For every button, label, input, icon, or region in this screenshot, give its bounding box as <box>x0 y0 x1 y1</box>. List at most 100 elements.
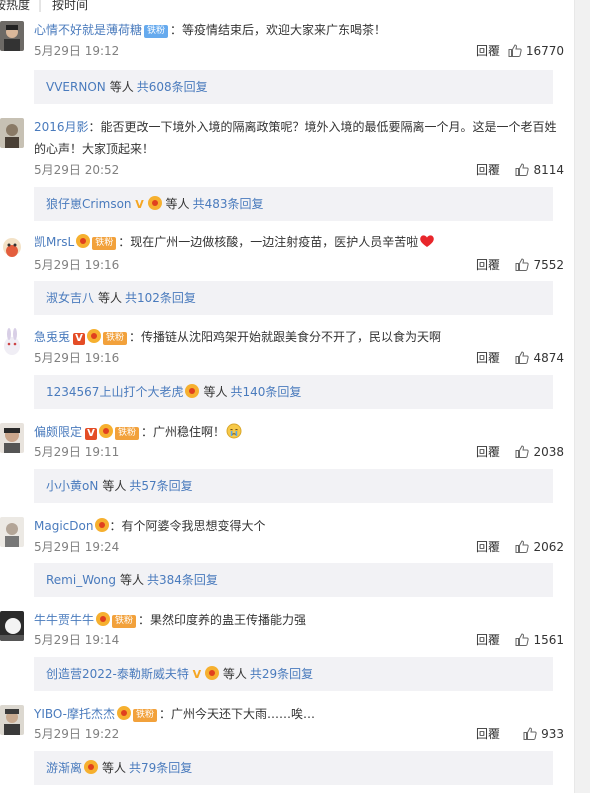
iron-fan-badge: 铁粉 <box>133 709 158 722</box>
comment-time: 5月29日 20:52 <box>34 163 120 177</box>
like-button[interactable]: 8114 <box>515 162 564 178</box>
like-button[interactable]: 7552 <box>515 257 564 273</box>
like-count: 8114 <box>533 163 564 177</box>
reply-button[interactable]: 回覆 <box>476 257 500 273</box>
reply-username[interactable]: 游渐离 <box>46 761 82 775</box>
like-count: 16770 <box>525 44 564 58</box>
comment-body: 急兎兎 V 铁粉 ：传播链从沈阳鸡架开始就跟美食分不开了，民以食为天啊 <box>34 328 564 348</box>
reply-count-link[interactable]: 共483条回复 <box>193 197 264 211</box>
reply-summary-box[interactable]: 小小黄oN 等人 共57条回复 <box>34 469 553 503</box>
reply-username[interactable]: Remi_Wong <box>46 573 116 587</box>
user-avatar[interactable] <box>0 233 24 263</box>
comment-meta: 5月29日 20:52 回覆 8114 <box>34 162 564 178</box>
reply-username[interactable]: 1234567上山打个大老虎 <box>46 385 183 399</box>
comment-body: 偏颇限定 V 铁粉 ：广州稳住啊！ <box>34 423 564 443</box>
comment-username[interactable]: 偏颇限定 <box>34 425 82 439</box>
verified-v-icon: V <box>135 198 144 211</box>
reply-summary-box[interactable]: Remi_Wong 等人 共384条回复 <box>34 563 553 597</box>
like-button[interactable]: 933 <box>523 726 564 742</box>
comment-time: 5月29日 19:12 <box>34 44 120 58</box>
comment-username[interactable]: MagicDon <box>34 519 93 533</box>
comment-body: 2016月影：能否更改一下境外入境的隔离政策呢？境外入境的最低要隔离一个月。这是… <box>34 116 562 160</box>
like-button[interactable]: 2062 <box>515 539 564 555</box>
comment-text: ：广州今天还下大雨……唉… <box>159 707 316 721</box>
fan-medal-icon <box>117 706 132 720</box>
sort-bar: 按热度 | 按时间 <box>0 0 574 14</box>
reply-summary-box[interactable]: 淑女吉八 等人 共102条回复 <box>34 281 553 315</box>
comment-meta: 5月29日 19:22 回覆 933 <box>34 726 564 742</box>
comment-time: 5月29日 19:22 <box>34 727 120 741</box>
like-count: 2038 <box>533 445 564 459</box>
like-count: 1561 <box>533 633 564 647</box>
reply-summary-box[interactable]: VVERNON 等人 共608条回复 <box>34 70 553 104</box>
reply-button[interactable]: 回覆 <box>476 632 500 648</box>
fan-medal-icon <box>87 329 102 343</box>
reply-button[interactable]: 回覆 <box>476 162 500 178</box>
comment-text: ：有个阿婆令我思想变得大个 <box>109 519 266 533</box>
reply-button[interactable]: 回覆 <box>476 43 500 59</box>
reply-summary-box[interactable]: 1234567上山打个大老虎 等人 共140条回复 <box>34 375 553 409</box>
reply-summary-box[interactable]: 创造营2022-泰勒斯威夫特 V 等人 共29条回复 <box>34 657 553 691</box>
like-button[interactable]: 16770 <box>508 43 564 59</box>
thumbs-up-icon <box>508 44 522 57</box>
fan-medal-icon <box>76 234 91 248</box>
reply-count-link[interactable]: 共384条回复 <box>147 573 218 587</box>
comment-username[interactable]: 凯MrsL <box>34 235 74 249</box>
comment-username[interactable]: 急兎兎 <box>34 330 70 344</box>
reply-username[interactable]: VVERNON <box>46 80 106 94</box>
sort-by-hot-tab[interactable]: 按热度 <box>0 0 30 11</box>
reply-username[interactable]: 狼仔崽Crimson <box>46 197 132 211</box>
fan-medal-icon <box>84 760 99 774</box>
comment-body: MagicDon ：有个阿婆令我思想变得大个 <box>34 517 564 537</box>
comment-time: 5月29日 19:16 <box>34 351 120 365</box>
like-button[interactable]: 4874 <box>515 350 564 366</box>
reply-count-link[interactable]: 共140条回复 <box>230 385 301 399</box>
reply-username[interactable]: 小小黄oN <box>46 479 98 493</box>
comment-text: ：传播链从沈阳鸡架开始就跟美食分不开了，民以食为天啊 <box>129 330 442 344</box>
user-avatar[interactable] <box>0 21 24 51</box>
crying-emoji-icon <box>226 423 242 439</box>
iron-fan-badge: 铁粉 <box>92 237 117 250</box>
user-avatar[interactable] <box>0 705 24 735</box>
user-avatar[interactable] <box>0 328 24 358</box>
reply-count-link[interactable]: 共79条回复 <box>129 761 192 775</box>
reply-summary-box[interactable]: 狼仔崽Crimson V 等人 共483条回复 <box>34 187 553 221</box>
reply-etc-label: 等人 <box>102 479 127 493</box>
fan-medal-icon <box>147 196 162 210</box>
like-count: 2062 <box>533 540 564 554</box>
reply-etc-label: 等人 <box>165 197 190 211</box>
user-avatar[interactable] <box>0 517 24 547</box>
comment-meta: 5月29日 19:12 回覆 16770 <box>34 43 564 59</box>
reply-button[interactable]: 回覆 <box>476 726 500 742</box>
user-avatar[interactable] <box>0 118 24 148</box>
fan-medal-icon <box>96 612 111 626</box>
comment-text: ：果然印度养的蛊王传播能力强 <box>138 613 307 627</box>
scrollbar[interactable] <box>574 0 590 793</box>
reply-summary-box[interactable]: 游渐离 等人 共79条回复 <box>34 751 553 785</box>
reply-count-link[interactable]: 共102条回复 <box>125 291 196 305</box>
comment-username[interactable]: 2016月影 <box>34 120 89 134</box>
user-avatar[interactable] <box>0 423 24 453</box>
reply-count-link[interactable]: 共57条回复 <box>129 479 192 493</box>
comment-username[interactable]: YIBO-摩托杰杰 <box>34 707 115 721</box>
reply-username[interactable]: 创造营2022-泰勒斯威夫特 <box>46 667 189 681</box>
like-button[interactable]: 2038 <box>515 444 564 460</box>
verified-v-icon: V <box>73 333 86 345</box>
reply-button[interactable]: 回覆 <box>476 350 500 366</box>
like-count: 4874 <box>533 351 564 365</box>
reply-username[interactable]: 淑女吉八 <box>46 291 94 305</box>
reply-count-link[interactable]: 共29条回复 <box>250 667 313 681</box>
iron-fan-badge: 铁粉 <box>115 427 140 440</box>
reply-etc-label: 等人 <box>119 573 144 587</box>
comment-text: ：等疫情结束后，欢迎大家来广东喝茶！ <box>170 23 387 37</box>
reply-count-link[interactable]: 共608条回复 <box>137 80 208 94</box>
comment-username[interactable]: 牛牛贾牛牛 <box>34 613 94 627</box>
comment-username[interactable]: 心情不好就是薄荷糖 <box>34 23 142 37</box>
like-button[interactable]: 1561 <box>515 632 564 648</box>
reply-etc-label: 等人 <box>98 291 123 305</box>
reply-button[interactable]: 回覆 <box>476 539 500 555</box>
reply-button[interactable]: 回覆 <box>476 444 500 460</box>
user-avatar[interactable] <box>0 611 24 641</box>
sort-separator: | <box>38 0 43 12</box>
sort-by-time-tab[interactable]: 按时间 <box>52 0 88 11</box>
